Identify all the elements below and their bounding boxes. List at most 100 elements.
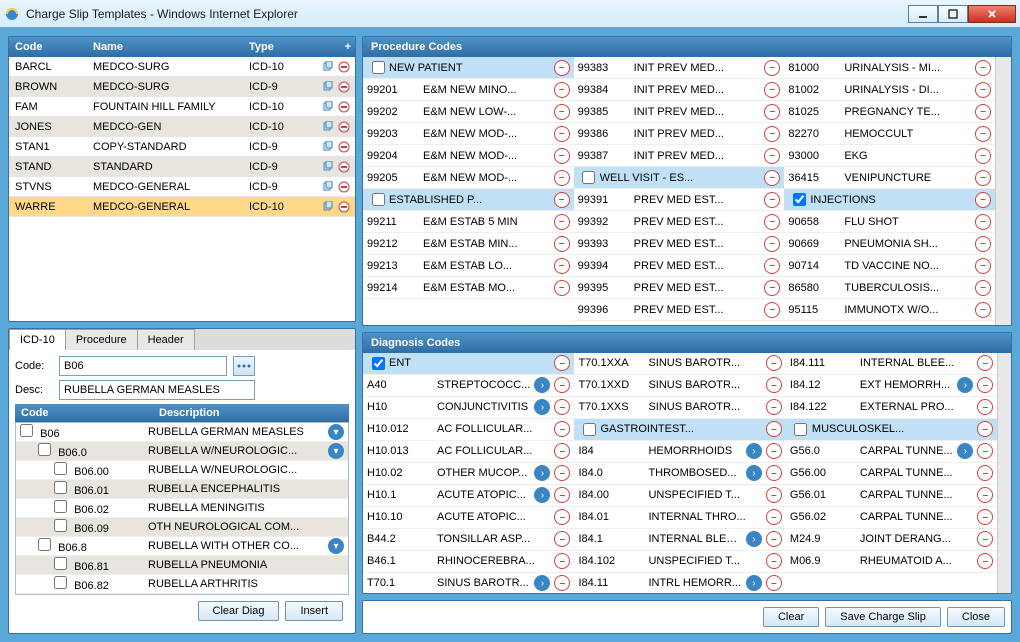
- code-lookup-button[interactable]: [233, 356, 255, 376]
- code-row[interactable]: B46.1RHINOCEREBRA...–: [363, 551, 574, 573]
- tree-checkbox[interactable]: [54, 557, 67, 570]
- remove-icon[interactable]: –: [764, 280, 780, 296]
- code-row[interactable]: 99203E&M NEW MOD-...–: [363, 123, 574, 145]
- remove-icon[interactable]: –: [975, 60, 991, 76]
- expand-icon[interactable]: ›: [746, 465, 762, 481]
- code-row[interactable]: 99392PREV MED EST...–: [574, 211, 785, 233]
- expand-icon[interactable]: ›: [746, 575, 762, 591]
- code-row[interactable]: T70.1XXDSINUS BAROTR...–: [574, 375, 785, 397]
- remove-icon[interactable]: –: [554, 377, 570, 393]
- code-row[interactable]: B44.2TONSILLAR ASP...–: [363, 529, 574, 551]
- expand-icon[interactable]: ›: [957, 377, 973, 393]
- remove-icon[interactable]: –: [766, 553, 782, 569]
- remove-icon[interactable]: –: [977, 531, 993, 547]
- code-row[interactable]: 99202E&M NEW LOW-...–: [363, 101, 574, 123]
- group-checkbox[interactable]: [372, 193, 385, 206]
- remove-icon[interactable]: –: [554, 575, 570, 591]
- expand-icon[interactable]: ›: [534, 399, 550, 415]
- group-header-row[interactable]: ENT–: [363, 353, 574, 375]
- remove-icon[interactable]: –: [554, 280, 570, 296]
- code-row[interactable]: 99394PREV MED EST...–: [574, 255, 785, 277]
- expand-icon[interactable]: ›: [534, 575, 550, 591]
- remove-icon[interactable]: –: [764, 236, 780, 252]
- code-row[interactable]: 90658FLU SHOT–: [784, 211, 995, 233]
- tree-checkbox[interactable]: [38, 538, 51, 551]
- code-row[interactable]: I84HEMORRHOIDS›–: [574, 441, 785, 463]
- code-row[interactable]: I84.11INTRL HEMORR...›–: [574, 573, 785, 593]
- tree-checkbox[interactable]: [54, 519, 67, 532]
- template-row[interactable]: BARCLMEDCO-SURGICD-10: [9, 57, 355, 77]
- remove-icon[interactable]: –: [977, 465, 993, 481]
- group-header-row[interactable]: ESTABLISHED P...–: [363, 189, 574, 211]
- close-window-button[interactable]: [968, 5, 1016, 23]
- remove-icon[interactable]: –: [766, 443, 782, 459]
- remove-icon[interactable]: –: [554, 82, 570, 98]
- insert-button[interactable]: Insert: [285, 601, 343, 621]
- remove-icon[interactable]: –: [766, 487, 782, 503]
- code-row[interactable]: 93000EKG–: [784, 145, 995, 167]
- clear-diag-button[interactable]: Clear Diag: [198, 601, 280, 621]
- code-row[interactable]: G56.00CARPAL TUNNE...–: [786, 463, 997, 485]
- code-row[interactable]: 99211E&M ESTAB 5 MIN–: [363, 211, 574, 233]
- remove-icon[interactable]: –: [554, 465, 570, 481]
- tree-row[interactable]: B06.8RUBELLA WITH OTHER CO...▾: [16, 537, 348, 556]
- code-row[interactable]: 99393PREV MED EST...–: [574, 233, 785, 255]
- remove-icon[interactable]: –: [975, 170, 991, 186]
- remove-icon[interactable]: –: [766, 377, 782, 393]
- copy-icon[interactable]: [321, 100, 335, 114]
- remove-icon[interactable]: –: [977, 355, 993, 371]
- code-row[interactable]: H10.012AC FOLLICULAR...–: [363, 419, 574, 441]
- remove-icon[interactable]: –: [554, 60, 570, 76]
- remove-icon[interactable]: –: [766, 399, 782, 415]
- tree-row[interactable]: B06.09OTH NEUROLOGICAL COM...: [16, 518, 348, 537]
- remove-icon[interactable]: –: [764, 302, 780, 318]
- remove-icon[interactable]: –: [977, 443, 993, 459]
- code-input[interactable]: [59, 356, 227, 376]
- expand-icon[interactable]: ›: [746, 531, 762, 547]
- remove-icon[interactable]: –: [975, 104, 991, 120]
- code-row[interactable]: I84.111INTERNAL BLEE...–: [786, 353, 997, 375]
- group-checkbox[interactable]: [372, 357, 385, 370]
- tab-header[interactable]: Header: [137, 329, 195, 350]
- code-row[interactable]: 99387INIT PREV MED...–: [574, 145, 785, 167]
- group-checkbox[interactable]: [793, 193, 806, 206]
- tree-row[interactable]: B06.82RUBELLA ARTHRITIS: [16, 575, 348, 594]
- remove-icon[interactable]: –: [554, 148, 570, 164]
- code-row[interactable]: 90669PNEUMONIA SH...–: [784, 233, 995, 255]
- remove-icon[interactable]: –: [554, 421, 570, 437]
- remove-icon[interactable]: –: [766, 575, 782, 591]
- delete-icon[interactable]: [337, 140, 351, 154]
- code-row[interactable]: 81000URINALYSIS - MI...–: [784, 57, 995, 79]
- code-row[interactable]: 99396PREV MED EST...–: [574, 299, 785, 321]
- copy-icon[interactable]: [321, 160, 335, 174]
- remove-icon[interactable]: –: [977, 553, 993, 569]
- code-row[interactable]: I84.00UNSPECIFIED T...–: [574, 485, 785, 507]
- code-row[interactable]: T70.1XXASINUS BAROTR...–: [574, 353, 785, 375]
- tree-row[interactable]: B06.00RUBELLA W/NEUROLOGIC...: [16, 461, 348, 480]
- copy-icon[interactable]: [321, 60, 335, 74]
- remove-icon[interactable]: –: [554, 236, 570, 252]
- remove-icon[interactable]: –: [975, 192, 991, 208]
- save-charge-slip-button[interactable]: Save Charge Slip: [825, 607, 941, 627]
- remove-icon[interactable]: –: [764, 170, 780, 186]
- remove-icon[interactable]: –: [766, 465, 782, 481]
- code-row[interactable]: A40STREPTOCOCC...›–: [363, 375, 574, 397]
- close-button[interactable]: Close: [947, 607, 1005, 627]
- code-row[interactable]: 81002URINALYSIS - DI...–: [784, 79, 995, 101]
- clear-button[interactable]: Clear: [763, 607, 819, 627]
- remove-icon[interactable]: –: [975, 82, 991, 98]
- diagnosis-scrollbar[interactable]: [997, 353, 1011, 593]
- remove-icon[interactable]: –: [764, 148, 780, 164]
- code-row[interactable]: I84.122EXTERNAL PRO...–: [786, 397, 997, 419]
- code-row[interactable]: I84.1INTERNAL BLEE...›–: [574, 529, 785, 551]
- remove-icon[interactable]: –: [975, 126, 991, 142]
- copy-icon[interactable]: [321, 80, 335, 94]
- group-header-row[interactable]: MUSCULOSKEL...–: [786, 419, 997, 441]
- tree-row[interactable]: B06.0RUBELLA W/NEUROLOGIC...▾: [16, 442, 348, 461]
- code-row[interactable]: H10.013AC FOLLICULAR...–: [363, 441, 574, 463]
- remove-icon[interactable]: –: [764, 104, 780, 120]
- remove-icon[interactable]: –: [766, 531, 782, 547]
- template-row[interactable]: STANDSTANDARDICD-9: [9, 157, 355, 177]
- code-row[interactable]: 99386INIT PREV MED...–: [574, 123, 785, 145]
- code-row[interactable]: H10.02OTHER MUCOP...›–: [363, 463, 574, 485]
